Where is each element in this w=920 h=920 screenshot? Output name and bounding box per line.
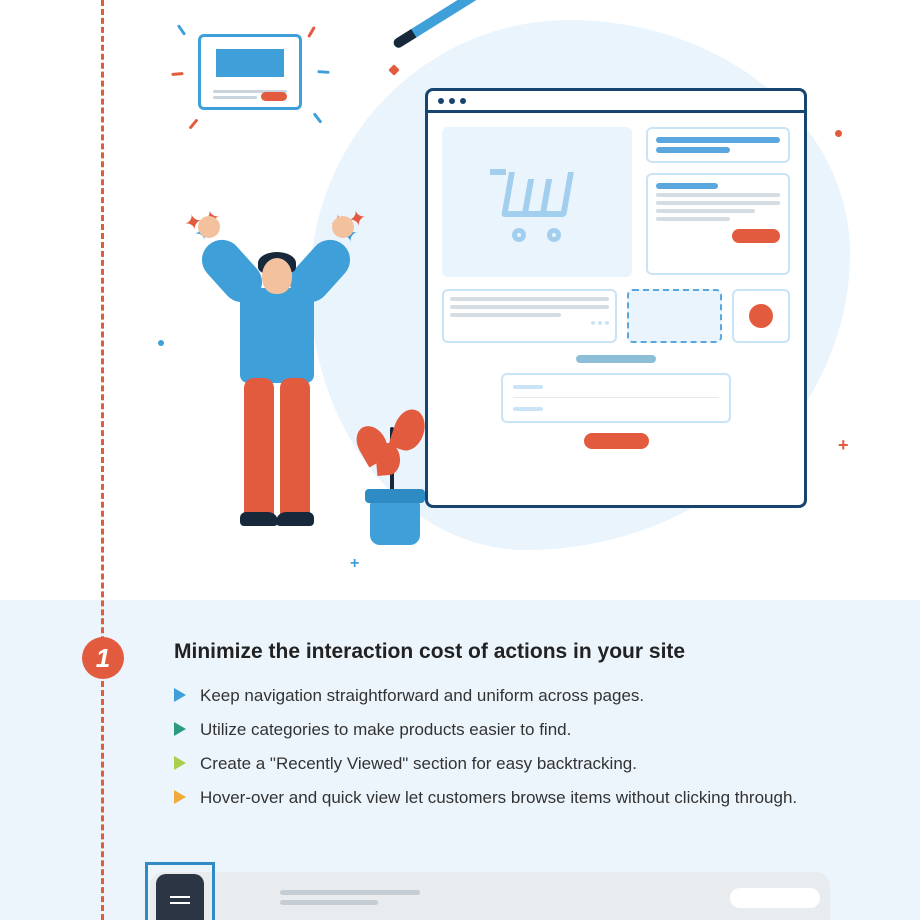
browser-mockup [425, 88, 807, 508]
dot-decoration [835, 130, 842, 137]
bottom-bar-preview [150, 872, 830, 920]
tip-bullet: Utilize categories to make products easi… [174, 716, 860, 744]
tip-bullet-list: Keep navigation straightforward and unif… [174, 682, 860, 812]
tip-bullet-text: Create a "Recently Viewed" section for e… [200, 750, 637, 778]
bottom-menu-icon [156, 874, 204, 920]
vertical-dashed-line [101, 0, 104, 920]
plus-decoration: + [838, 435, 849, 456]
tip-bullet-text: Utilize categories to make products easi… [200, 716, 571, 744]
tip-bullet-text: Hover-over and quick view let customers … [200, 784, 797, 812]
diamond-decoration [388, 64, 399, 75]
triangle-bullet-icon [174, 790, 186, 804]
shopping-cart-icon [487, 157, 587, 247]
tip-number-badge: 1 [82, 637, 124, 679]
hero-illustration: ✦✦ ✦ ✦✦ ✦ + + [0, 0, 920, 600]
mini-browser-card [198, 34, 302, 110]
person-illustration: ✦✦ ✦ ✦✦ ✦ [202, 230, 352, 540]
plus-decoration: + [350, 555, 359, 573]
triangle-bullet-icon [174, 756, 186, 770]
tip-bullet: Hover-over and quick view let customers … [174, 784, 860, 812]
triangle-bullet-icon [174, 688, 186, 702]
tip-bullet-text: Keep navigation straightforward and unif… [200, 682, 644, 710]
dot-decoration [158, 340, 164, 346]
bottom-text-lines [280, 890, 420, 910]
bottom-pill [730, 888, 820, 908]
triangle-bullet-icon [174, 722, 186, 736]
tip-title: Minimize the interaction cost of actions… [174, 640, 860, 664]
tip-bullet: Create a "Recently Viewed" section for e… [174, 750, 860, 778]
cart-panel [442, 127, 632, 277]
tip-bullet: Keep navigation straightforward and unif… [174, 682, 860, 710]
